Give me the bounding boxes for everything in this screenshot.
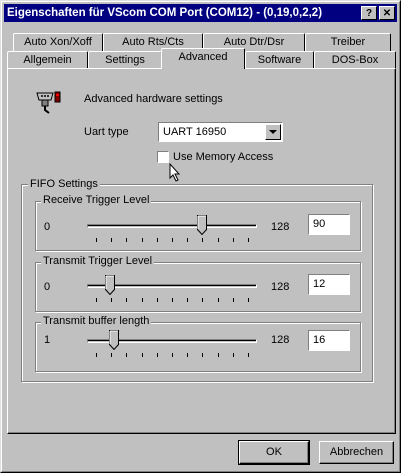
window-title: Eigenschaften für VScom COM Port (COM12)…: [7, 7, 323, 19]
ok-button[interactable]: OK: [238, 440, 310, 465]
transmit-buffer-input[interactable]: 16: [308, 330, 350, 351]
use-memory-access-label[interactable]: Use Memory Access: [173, 151, 273, 163]
buffer-slider-ticks: [87, 353, 257, 357]
slider-tick: [187, 238, 189, 242]
slider-tick: [232, 298, 234, 302]
slider-tick: [111, 298, 113, 302]
receive-slider-track[interactable]: [87, 224, 257, 228]
title-bar[interactable]: Eigenschaften für VScom COM Port (COM12)…: [4, 4, 397, 22]
tab-advanced[interactable]: Advanced: [161, 48, 245, 69]
use-memory-access-checkbox[interactable]: [157, 151, 169, 163]
serial-port-icon: [36, 91, 61, 114]
slider-tick: [172, 298, 173, 302]
mouse-cursor-icon: [169, 163, 181, 182]
slider-tick: [202, 298, 204, 302]
slider-tick: [96, 298, 97, 302]
slider-tick: [156, 298, 158, 302]
receive-min-label: 0: [44, 221, 51, 233]
transmit-slider-thumb[interactable]: [105, 275, 116, 295]
cancel-button[interactable]: Abbrechen: [319, 441, 394, 464]
buffer-max-label: 128: [271, 334, 290, 346]
advanced-heading: Advanced hardware settings: [84, 93, 223, 105]
receive-slider-thumb[interactable]: [197, 215, 208, 235]
transmit-trigger-input[interactable]: 12: [308, 274, 350, 295]
slider-tick: [187, 298, 189, 302]
help-button[interactable]: ?: [361, 6, 377, 20]
slider-tick: [248, 298, 249, 302]
slider-tick: [126, 298, 128, 302]
slider-tick: [217, 298, 219, 302]
slider-tick: [126, 353, 128, 357]
slider-tick: [156, 353, 158, 357]
slider-tick: [202, 238, 204, 242]
receive-max-label: 128: [271, 221, 290, 233]
slider-tick: [126, 238, 128, 242]
close-button[interactable]: ✕: [379, 6, 395, 20]
slider-tick: [232, 353, 234, 357]
properties-dialog: Eigenschaften für VScom COM Port (COM12)…: [0, 0, 401, 473]
slider-tick: [232, 238, 234, 242]
uart-type-select[interactable]: UART 16950: [158, 122, 283, 142]
slider-tick: [172, 238, 173, 242]
tab-allgemein[interactable]: Allgemein: [7, 51, 88, 69]
slider-tick: [96, 238, 97, 242]
slider-tick: [248, 238, 249, 242]
slider-tick: [248, 353, 249, 357]
slider-tick: [172, 353, 173, 357]
tab-software[interactable]: Software: [245, 51, 314, 69]
slider-tick: [96, 353, 97, 357]
transmit-max-label: 128: [271, 281, 290, 293]
tab-treiber[interactable]: Treiber: [305, 33, 391, 51]
slider-tick: [111, 238, 113, 242]
tab-dos-box[interactable]: DOS-Box: [314, 51, 396, 69]
tab-auto-xon-xoff[interactable]: Auto Xon/Xoff: [13, 33, 103, 51]
uart-type-value: UART 16950: [163, 126, 227, 138]
fifo-settings-title: FIFO Settings: [28, 178, 100, 190]
slider-tick: [111, 353, 113, 357]
slider-tick: [217, 353, 219, 357]
chevron-down-icon[interactable]: [265, 124, 281, 140]
slider-tick: [217, 238, 219, 242]
tab-settings[interactable]: Settings: [88, 51, 162, 69]
slider-tick: [202, 353, 204, 357]
slider-tick: [141, 238, 143, 242]
uart-type-label: Uart type: [84, 126, 129, 138]
transmit-min-label: 0: [44, 281, 51, 293]
slider-tick: [156, 238, 158, 242]
buffer-min-label: 1: [44, 334, 51, 346]
slider-tick: [141, 353, 143, 357]
buffer-slider-thumb[interactable]: [108, 330, 119, 350]
receive-trigger-title: Receive Trigger Level: [41, 194, 152, 206]
slider-tick: [187, 353, 189, 357]
receive-slider-ticks: [87, 238, 257, 242]
slider-tick: [141, 298, 143, 302]
transmit-slider-ticks: [87, 298, 257, 302]
transmit-trigger-title: Transmit Trigger Level: [41, 255, 155, 267]
receive-trigger-input[interactable]: 90: [308, 214, 350, 235]
transmit-buffer-title: Transmit buffer length: [41, 315, 152, 327]
